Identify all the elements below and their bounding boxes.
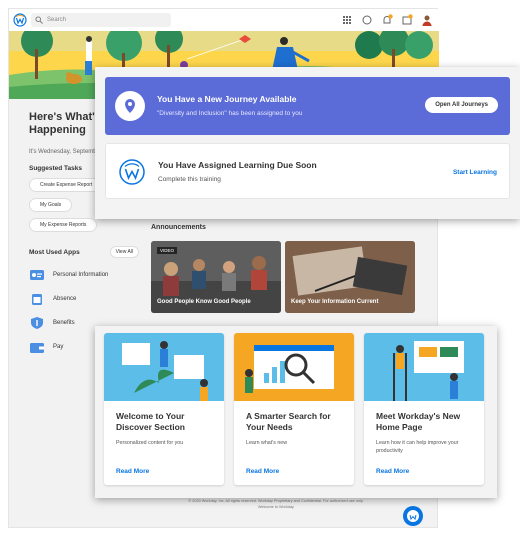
notifications-icon[interactable] bbox=[381, 13, 393, 25]
card-title: A Smarter Search for Your Needs bbox=[246, 411, 331, 432]
learning-title: You Have Assigned Learning Due Soon bbox=[158, 160, 317, 170]
chat-icon[interactable] bbox=[361, 13, 373, 25]
app-label: Absence bbox=[53, 296, 77, 302]
task-my-expense-reports[interactable]: My Expense Reports bbox=[29, 218, 98, 232]
start-learning-button[interactable]: Start Learning bbox=[453, 169, 497, 176]
learning-banner: You Have Assigned Learning Due Soon Comp… bbox=[105, 143, 510, 199]
id-card-icon bbox=[29, 268, 45, 282]
video-badge: VIDEO bbox=[157, 247, 178, 254]
card-new-home-page[interactable]: Meet Workday's New Home Page Learn how i… bbox=[364, 333, 484, 485]
announcement-keep-info-current[interactable]: Keep Your Information Current bbox=[285, 241, 415, 313]
learning-subtitle: Complete this training bbox=[158, 176, 221, 183]
announcement-label: Good People Know Good People bbox=[157, 299, 251, 305]
workday-logo-icon[interactable] bbox=[13, 13, 27, 27]
notifications-panel: You Have a New Journey Available "Divers… bbox=[95, 67, 520, 219]
announcements-title: Announcements bbox=[151, 224, 206, 231]
inbox-icon[interactable] bbox=[401, 13, 413, 25]
location-pin-icon bbox=[115, 91, 145, 121]
card-description: Learn what's new bbox=[246, 440, 288, 446]
avatar[interactable] bbox=[421, 13, 433, 26]
card-illustration bbox=[104, 333, 224, 401]
card-title: Welcome to Your Discover Section bbox=[116, 411, 185, 432]
app-personal-information[interactable]: Personal Information bbox=[29, 268, 139, 282]
app-label: Personal Information bbox=[53, 272, 109, 278]
assistant-button[interactable] bbox=[403, 506, 423, 526]
search-placeholder: Search bbox=[47, 17, 67, 23]
card-description: Personalized content for you bbox=[116, 440, 184, 446]
workday-assistant-icon bbox=[407, 510, 419, 522]
announcement-good-people[interactable]: VIDEO Good People Know Good People bbox=[151, 241, 281, 313]
discover-cards-panel: Welcome to Your Discover Section Persona… bbox=[95, 326, 497, 498]
app-label: Benefits bbox=[53, 320, 75, 326]
read-more-link[interactable]: Read More bbox=[116, 468, 149, 475]
open-all-journeys-button[interactable]: Open All Journeys bbox=[425, 97, 498, 113]
card-title: Meet Workday's New Home Page bbox=[376, 411, 461, 432]
shield-icon bbox=[29, 316, 45, 330]
workday-learning-icon bbox=[118, 158, 146, 186]
card-description: Learn how it can help improve your produ… bbox=[376, 440, 459, 454]
topbar-icons bbox=[341, 13, 433, 26]
app-label: Pay bbox=[53, 344, 64, 350]
journey-subtitle: "Diversity and Inclusion" has been assig… bbox=[157, 110, 303, 117]
calendar-icon bbox=[29, 292, 45, 306]
apps-grid-icon[interactable] bbox=[341, 13, 353, 25]
most-used-apps-header: Most Used Apps View All bbox=[29, 246, 139, 258]
journey-title: You Have a New Journey Available bbox=[157, 94, 297, 104]
card-illustration bbox=[234, 333, 354, 401]
card-discover-section[interactable]: Welcome to Your Discover Section Persona… bbox=[104, 333, 224, 485]
card-smarter-search[interactable]: A Smarter Search for Your Needs Learn wh… bbox=[234, 333, 354, 485]
task-create-expense-report[interactable]: Create Expense Report bbox=[29, 178, 104, 192]
footer-link[interactable]: Welcome to Workday bbox=[151, 504, 401, 510]
view-all-button[interactable]: View All bbox=[109, 246, 139, 258]
search-input[interactable]: Search bbox=[31, 13, 171, 27]
journey-banner: You Have a New Journey Available "Divers… bbox=[105, 77, 510, 135]
read-more-link[interactable]: Read More bbox=[376, 468, 409, 475]
most-used-apps-title: Most Used Apps bbox=[29, 248, 80, 256]
top-bar: Search bbox=[9, 9, 439, 31]
search-icon bbox=[35, 16, 43, 24]
read-more-link[interactable]: Read More bbox=[246, 468, 279, 475]
app-absence[interactable]: Absence bbox=[29, 292, 139, 306]
wallet-icon bbox=[29, 340, 45, 354]
task-my-goals[interactable]: My Goals bbox=[29, 198, 73, 212]
footer: © 2020 Workday, Inc. All rights reserved… bbox=[151, 498, 401, 510]
card-illustration bbox=[364, 333, 484, 401]
announcement-label: Keep Your Information Current bbox=[291, 299, 379, 305]
